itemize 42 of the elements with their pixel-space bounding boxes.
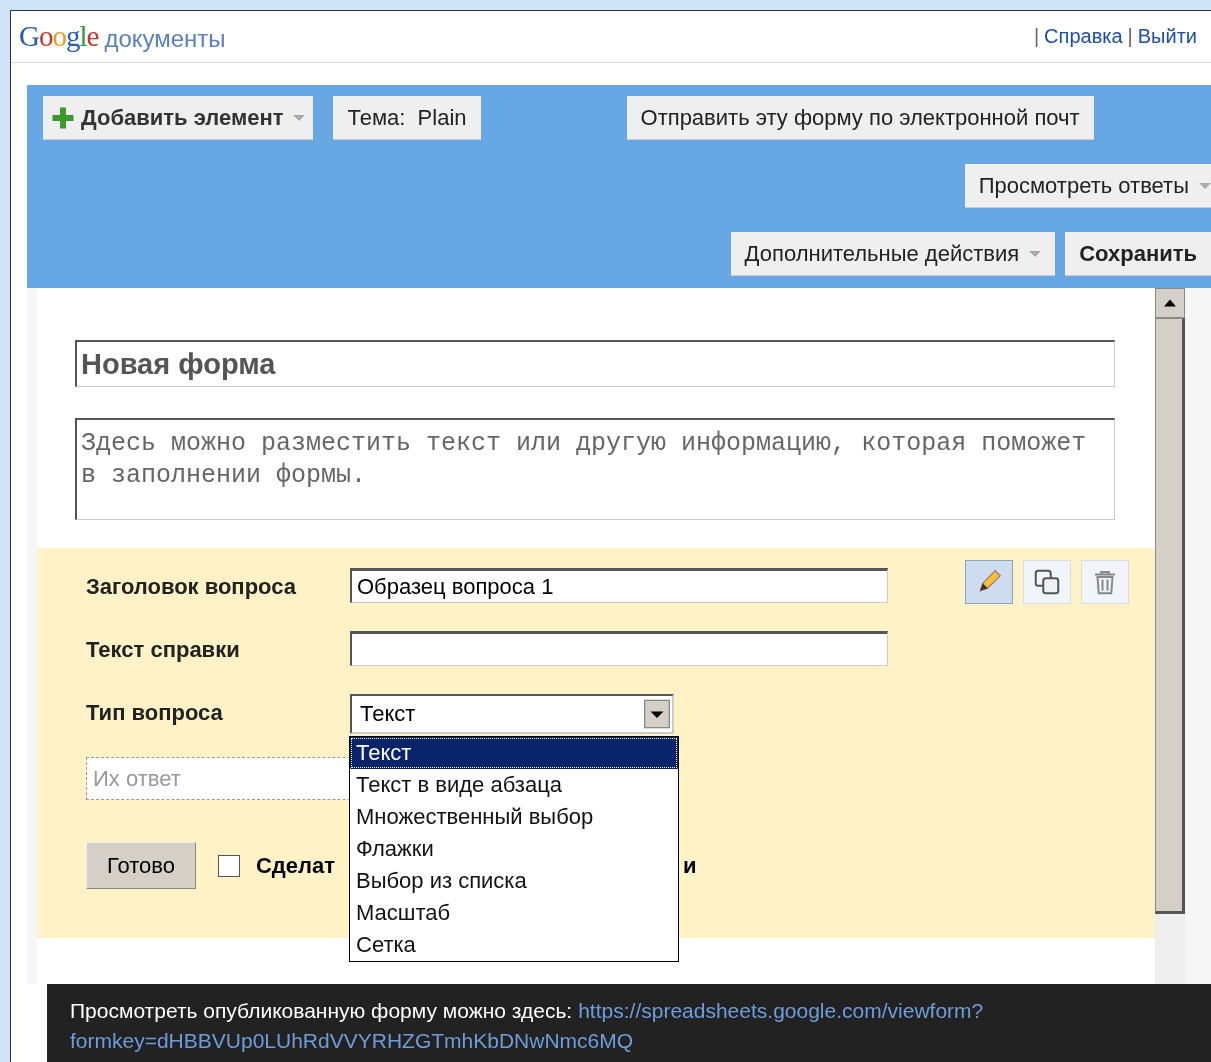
form-title-field[interactable]: Новая форма <box>75 340 1115 387</box>
product-name: документы <box>104 24 226 53</box>
copy-icon <box>1032 567 1062 597</box>
checkbox[interactable] <box>217 854 240 877</box>
delete-button[interactable] <box>1081 560 1129 604</box>
dropdown-option[interactable]: Флажки <box>350 833 678 865</box>
form-link[interactable]: https://spreadsheets.google.com/viewform? <box>578 996 984 1026</box>
scroll-up-icon[interactable] <box>1155 288 1185 318</box>
save-button[interactable]: Сохранить <box>1065 232 1211 276</box>
text-field[interactable] <box>350 631 888 666</box>
form-link[interactable]: formkey=dHBBVUp0LUhRdVVYRHZGTmhKbDNwNmc6MQ <box>70 1026 634 1056</box>
caret-icon <box>1199 182 1211 189</box>
dropdown-option[interactable]: Масштаб <box>350 897 678 929</box>
dropdown-option[interactable]: Выбор из списка <box>350 865 678 897</box>
link-separator: | <box>1127 25 1133 48</box>
text-field[interactable]: Образец вопроса 1 <box>350 568 888 603</box>
caret-icon <box>1029 250 1042 257</box>
form-description-field[interactable]: Здесь можно разместить текст или другую информацию, которая поможет в заполнении формы. <box>75 418 1115 520</box>
more-actions-button[interactable]: Дополнительные действия <box>730 232 1056 276</box>
caret-icon <box>293 114 306 121</box>
add-element-button[interactable]: Добавить элемент <box>43 96 314 140</box>
done-button[interactable]: Готово <box>86 842 196 889</box>
theme-button[interactable]: Тема: Plain <box>333 96 481 140</box>
plus-icon <box>51 105 75 130</box>
dropdown-option[interactable]: Множественный выбор <box>350 801 678 833</box>
checkbox-label: Сделат <box>255 852 335 879</box>
google-logo: Google <box>19 20 99 53</box>
notification-text: Просмотреть опубликованную форму можно здесь: <box>70 998 573 1024</box>
field-label: Тип вопроса <box>86 699 224 726</box>
checkbox-label: и <box>683 852 697 879</box>
copy-button[interactable] <box>1023 560 1071 604</box>
link-separator: | <box>1033 25 1040 48</box>
edit-button[interactable] <box>965 560 1013 604</box>
send-email-button[interactable]: Отправить эту форму по электронной почт <box>626 96 1094 140</box>
header-link[interactable]: Выйти <box>1137 25 1197 48</box>
dropdown-option[interactable]: Текст <box>350 737 678 769</box>
header-link[interactable]: Справка <box>1044 25 1123 48</box>
field-label: Заголовок вопроса <box>86 573 297 600</box>
field-label: Текст справки <box>86 636 241 663</box>
view-responses-button[interactable]: Просмотреть ответы <box>964 164 1211 208</box>
question-type-dropdown[interactable]: Текст <box>350 694 674 734</box>
dropdown-option[interactable]: Сетка <box>350 929 678 961</box>
